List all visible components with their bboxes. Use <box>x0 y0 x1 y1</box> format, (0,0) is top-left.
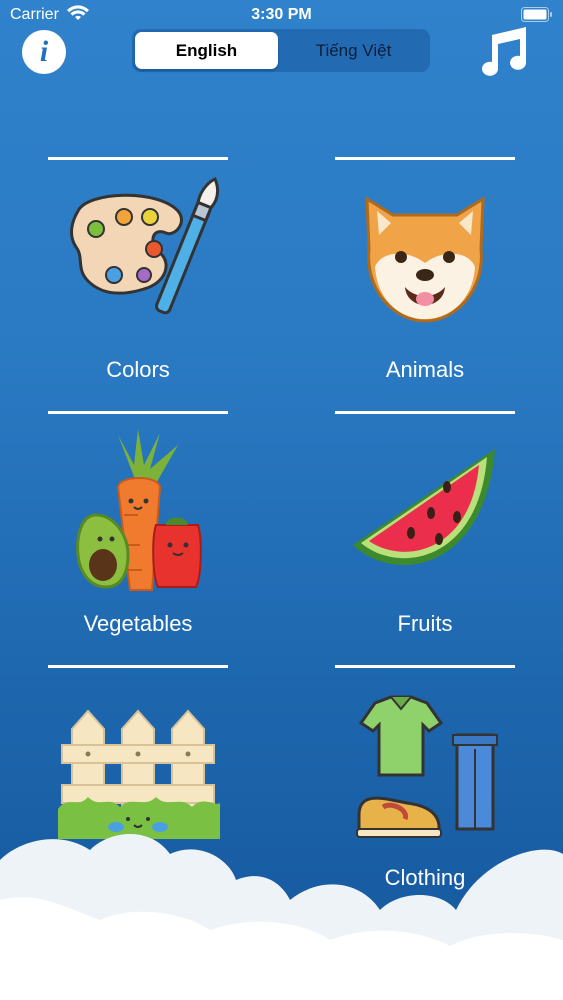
info-icon: i <box>39 35 49 68</box>
divider <box>335 157 515 160</box>
language-segmented-control: English Tiếng Việt <box>132 29 430 72</box>
category-fruits[interactable]: Fruits <box>335 411 515 651</box>
shiba-dog-icon <box>365 196 485 323</box>
clothing-icon <box>356 695 498 838</box>
divider <box>48 411 228 414</box>
info-button[interactable]: i <box>22 30 66 74</box>
watermelon-icon <box>353 449 495 566</box>
paint-palette-icon <box>70 177 220 315</box>
category-animals[interactable]: Animals <box>335 157 515 397</box>
language-vietnamese-tab[interactable]: Tiếng Việt <box>282 32 425 69</box>
category-label: Colors <box>106 357 170 382</box>
category-label: Garden <box>101 865 175 890</box>
category-colors[interactable]: Colors <box>48 157 228 397</box>
divider <box>48 157 228 160</box>
category-label: Animals <box>385 357 465 382</box>
category-label: Clothing <box>384 865 466 890</box>
status-time: 3:30 PM <box>251 6 312 23</box>
category-clothing[interactable]: Clothing <box>335 665 515 905</box>
music-note-icon[interactable] <box>474 25 530 77</box>
language-english-tab[interactable]: English <box>135 32 278 69</box>
divider <box>335 665 515 668</box>
vegetables-icon <box>76 429 202 591</box>
category-label: Fruits <box>397 611 453 636</box>
divider <box>335 411 515 414</box>
category-vegetables[interactable]: Vegetables <box>48 411 228 651</box>
category-label: Vegetables <box>83 611 193 636</box>
divider <box>48 665 228 668</box>
garden-fence-icon <box>58 709 220 839</box>
battery-icon <box>521 7 552 22</box>
category-garden[interactable]: Garden <box>48 665 228 905</box>
